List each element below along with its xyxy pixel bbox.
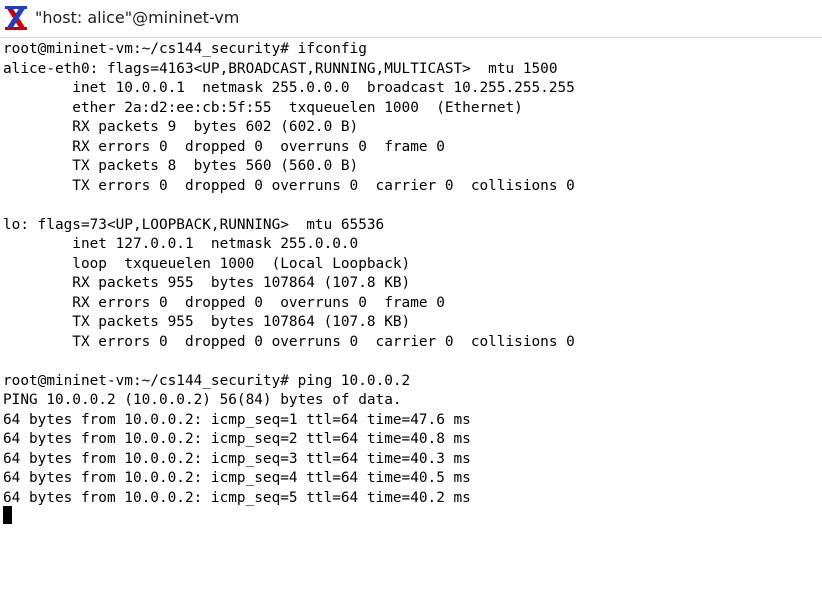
terminal-line: RX errors 0 dropped 0 overruns 0 frame 0 [3, 294, 445, 311]
terminal-line: TX errors 0 dropped 0 overruns 0 carrier… [3, 177, 575, 194]
title-bar[interactable]: "host: alice"@mininet-vm [0, 0, 822, 38]
terminal-line: 64 bytes from 10.0.0.2: icmp_seq=3 ttl=6… [3, 450, 471, 467]
terminal-line: root@mininet-vm:~/cs144_security# ifconf… [3, 41, 367, 57]
xterm-window: "host: alice"@mininet-vm root@mininet-vm… [0, 0, 822, 597]
terminal-line: RX packets 9 bytes 602 (602.0 B) [3, 119, 359, 135]
terminal-line: loop txqueuelen 1000 (Local Loopback) [3, 255, 411, 272]
terminal-line: 64 bytes from 10.0.0.2: icmp_seq=4 ttl=6… [3, 470, 471, 486]
terminal-line: TX packets 955 bytes 107864 (107.8 KB) [3, 314, 411, 330]
terminal-line: TX errors 0 dropped 0 overruns 0 carrier… [3, 333, 575, 350]
x11-xterm-icon [3, 5, 29, 31]
terminal-area[interactable]: root@mininet-vm:~/cs144_security# ifconf… [0, 38, 822, 597]
terminal-line: inet 127.0.0.1 netmask 255.0.0.0 [3, 236, 359, 252]
terminal-line: PING 10.0.0.2 (10.0.0.2) 56(84) bytes of… [3, 392, 402, 408]
terminal-line: 64 bytes from 10.0.0.2: icmp_seq=5 ttl=6… [3, 489, 471, 506]
terminal-line: ether 2a:d2:ee:cb:5f:55 txqueuelen 1000 … [3, 99, 523, 116]
terminal-line: 64 bytes from 10.0.0.2: icmp_seq=2 ttl=6… [3, 431, 471, 447]
terminal-line: alice-eth0: flags=4163<UP,BROADCAST,RUNN… [3, 60, 558, 77]
terminal-line: root@mininet-vm:~/cs144_security# ping 1… [3, 372, 411, 389]
terminal-line: inet 10.0.0.1 netmask 255.0.0.0 broadcas… [3, 80, 575, 96]
window-title: "host: alice"@mininet-vm [35, 8, 240, 27]
terminal-line: lo: flags=73<UP,LOOPBACK,RUNNING> mtu 65… [3, 216, 385, 233]
terminal-line: 64 bytes from 10.0.0.2: icmp_seq=1 ttl=6… [3, 411, 471, 428]
terminal-output: root@mininet-vm:~/cs144_security# ifconf… [3, 40, 575, 508]
terminal-line: RX packets 955 bytes 107864 (107.8 KB) [3, 275, 411, 291]
terminal-line: RX errors 0 dropped 0 overruns 0 frame 0 [3, 138, 445, 155]
terminal-cursor [3, 506, 12, 524]
terminal-line: TX packets 8 bytes 560 (560.0 B) [3, 158, 359, 174]
